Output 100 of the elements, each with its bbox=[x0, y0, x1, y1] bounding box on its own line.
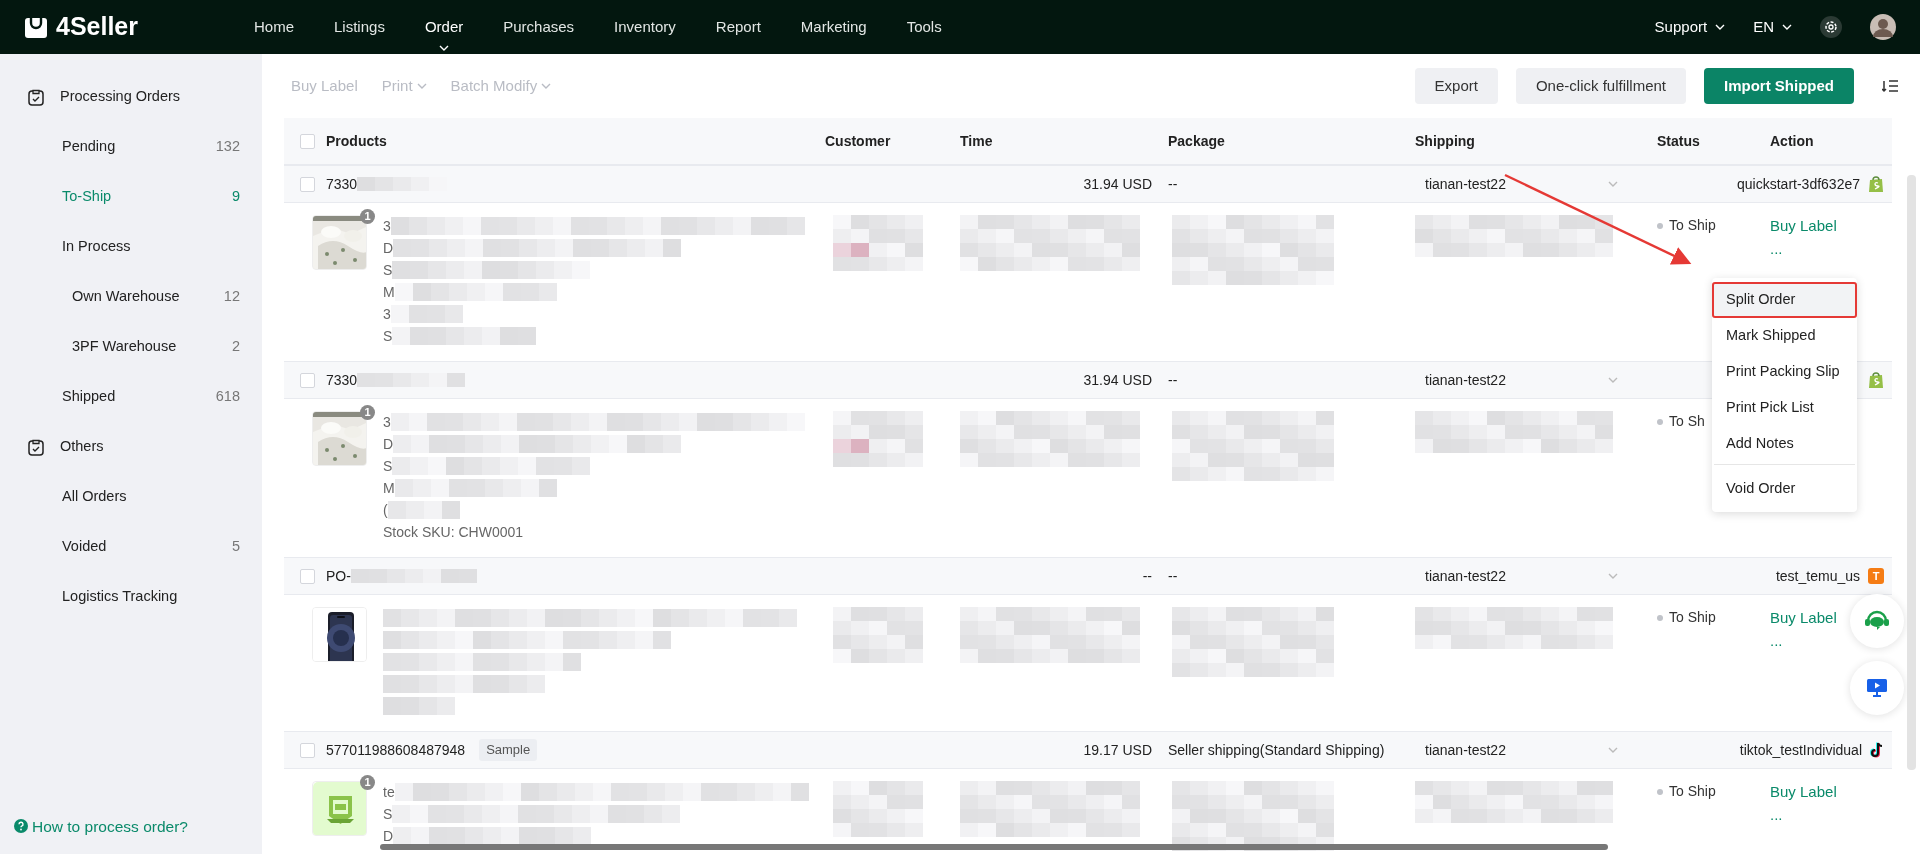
menu-item[interactable]: Add Notes bbox=[1712, 426, 1857, 462]
order-amount: 19.17 USD bbox=[1083, 741, 1152, 758]
support-chat-button[interactable] bbox=[1850, 594, 1904, 648]
menu-item[interactable]: Split Order bbox=[1712, 282, 1857, 318]
column-header: Shipping bbox=[1415, 132, 1475, 149]
support-menu[interactable]: Support bbox=[1654, 15, 1726, 39]
column-header: Products bbox=[326, 132, 387, 149]
nav-item[interactable]: Tools bbox=[886, 15, 962, 39]
checkbox[interactable] bbox=[300, 176, 315, 192]
package-text: -- bbox=[1168, 567, 1178, 584]
package-text: -- bbox=[1168, 371, 1178, 388]
menu-item[interactable]: Print Packing Slip bbox=[1712, 354, 1857, 390]
order-amount: -- bbox=[1142, 567, 1152, 584]
product-text: 3 bbox=[383, 412, 391, 432]
horizontal-scrollbar[interactable] bbox=[380, 844, 1608, 850]
sidebar-item[interactable]: 3PF Warehouse 2 bbox=[0, 322, 262, 372]
order-number: 7330 bbox=[326, 370, 358, 390]
sidebar-item[interactable]: Voided 5 bbox=[0, 522, 262, 572]
product-text: te bbox=[383, 782, 395, 802]
product-text: 3 bbox=[383, 304, 391, 324]
toolbar-button[interactable]: Export bbox=[1414, 68, 1498, 104]
checkbox[interactable] bbox=[300, 742, 315, 758]
video-tutorial-button[interactable] bbox=[1850, 661, 1904, 715]
sidebar-item[interactable]: Pending 132 bbox=[0, 122, 262, 172]
order-number: 7330 bbox=[326, 174, 358, 194]
nav-item[interactable]: Purchases bbox=[483, 15, 595, 39]
shipping-select[interactable]: tianan-test22 bbox=[1415, 739, 1640, 761]
action-link[interactable]: Buy Label bbox=[1770, 781, 1837, 804]
product-text: M bbox=[383, 282, 395, 302]
sidebar-item[interactable]: To-Ship 9 bbox=[0, 172, 262, 222]
menu-item[interactable]: Mark Shipped bbox=[1712, 318, 1857, 354]
order-tag: Sample bbox=[479, 739, 538, 761]
brand-name: 4Seller bbox=[56, 11, 138, 43]
help-icon bbox=[14, 819, 28, 834]
status-dot bbox=[1657, 788, 1663, 795]
checkbox[interactable] bbox=[300, 372, 315, 388]
status-text: To Ship bbox=[1669, 216, 1716, 235]
settings-icon[interactable] bbox=[1820, 16, 1842, 38]
package-text: Seller shipping(Standard Shipping) bbox=[1168, 741, 1385, 758]
help-link[interactable]: How to process order? bbox=[0, 814, 262, 854]
order-number: 577011988608487948 bbox=[326, 740, 466, 760]
action-link[interactable]: ... bbox=[1770, 629, 1783, 652]
sidebar-item[interactable]: Own Warehouse 12 bbox=[0, 272, 262, 322]
action-link[interactable]: ... bbox=[1770, 803, 1783, 826]
nav-item[interactable]: Inventory bbox=[594, 15, 696, 39]
action-link[interactable]: Buy Label bbox=[1770, 215, 1837, 238]
chevron-icon bbox=[1608, 573, 1618, 579]
action-link[interactable]: Buy Label bbox=[1770, 607, 1837, 630]
store-logo: T bbox=[1868, 568, 1884, 584]
nav-item[interactable]: Listings bbox=[314, 15, 405, 39]
quantity-badge: 1 bbox=[360, 775, 375, 790]
quantity-badge: 1 bbox=[360, 209, 375, 224]
chevron-icon bbox=[1608, 747, 1618, 753]
toolbar-button[interactable]: Import Shipped bbox=[1704, 68, 1854, 104]
language-menu[interactable]: EN bbox=[1753, 15, 1792, 39]
shipping-select[interactable]: tianan-test22 bbox=[1415, 369, 1640, 391]
column-header: Package bbox=[1168, 132, 1225, 149]
sidebar-item[interactable]: All Orders bbox=[0, 472, 262, 522]
store-name: quickstart-3df632e7 bbox=[1737, 174, 1860, 194]
product-text: D bbox=[383, 434, 394, 454]
chevron-icon bbox=[1608, 377, 1618, 383]
shipping-select[interactable]: tianan-test22 bbox=[1415, 173, 1640, 195]
column-header: Time bbox=[960, 132, 993, 149]
menu-item[interactable]: Void Order bbox=[1712, 462, 1857, 508]
caret-icon bbox=[1715, 24, 1726, 30]
status-dot bbox=[1657, 614, 1663, 621]
column-settings-icon[interactable] bbox=[1882, 79, 1898, 93]
status-text: To Ship bbox=[1669, 782, 1716, 801]
nav-item[interactable]: Home bbox=[234, 15, 314, 39]
nav-item[interactable]: Report bbox=[695, 15, 781, 39]
shipping-select[interactable]: tianan-test22 bbox=[1415, 565, 1640, 587]
column-header: Action bbox=[1770, 132, 1814, 149]
product-text: Stock SKU: CHW0001 bbox=[383, 522, 524, 542]
clipboard-icon bbox=[28, 438, 44, 456]
product-text: S bbox=[383, 326, 393, 346]
product-text: M bbox=[383, 478, 395, 498]
headset-icon bbox=[1864, 609, 1890, 633]
avatar[interactable] bbox=[1870, 14, 1896, 40]
product-text: S bbox=[383, 456, 393, 476]
product-text: D bbox=[383, 826, 394, 846]
sidebar-item[interactable]: Shipped 618 bbox=[0, 372, 262, 422]
status-text: To Sh bbox=[1669, 412, 1705, 431]
checkbox[interactable] bbox=[300, 568, 315, 584]
toolbar-button[interactable]: One-click fulfillment bbox=[1515, 68, 1686, 104]
nav-item[interactable]: Marketing bbox=[780, 15, 887, 39]
menu-item[interactable]: Print Pick List bbox=[1712, 390, 1857, 426]
order-amount: 31.94 USD bbox=[1083, 175, 1152, 192]
sidebar-item[interactable]: In Process bbox=[0, 222, 262, 272]
sidebar-group-title: Others bbox=[60, 437, 104, 457]
sidebar-item[interactable]: Logistics Tracking bbox=[0, 572, 262, 622]
action-link[interactable]: ... bbox=[1770, 237, 1783, 260]
sidebar-group-title: Processing Orders bbox=[60, 87, 181, 107]
nav-item[interactable]: Order bbox=[404, 15, 484, 39]
caret-icon bbox=[439, 44, 450, 51]
product-text: S bbox=[383, 804, 393, 824]
status-dot bbox=[1657, 222, 1663, 229]
checkbox[interactable] bbox=[300, 133, 315, 149]
vertical-scrollbar[interactable] bbox=[1907, 175, 1916, 770]
product-text: ( bbox=[383, 500, 388, 520]
order-amount: 31.94 USD bbox=[1083, 371, 1152, 388]
